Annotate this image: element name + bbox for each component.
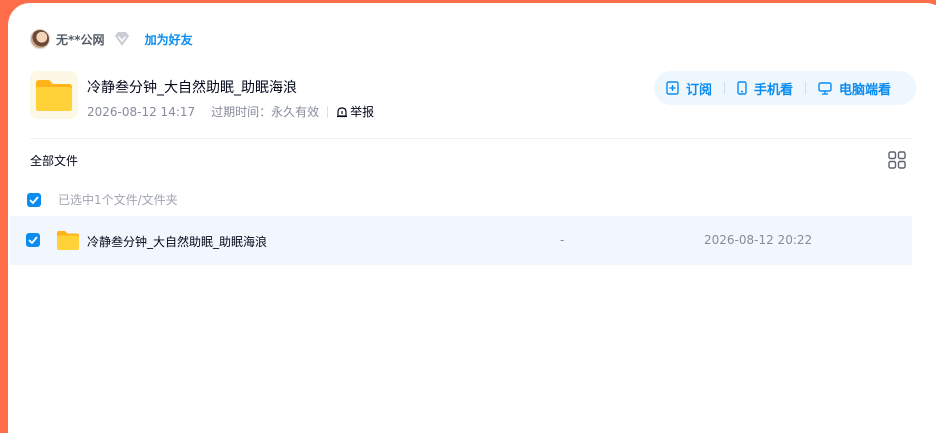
report-icon [337,106,348,117]
expire-value: 永久有效 [271,105,320,119]
table-row[interactable]: 冷静叁分钟_大自然助眠_助眠海浪 - 2026-08-12 20:22 [10,216,912,265]
vip-diamond-icon [113,30,131,48]
action-divider [805,82,807,94]
subscribe-button[interactable]: 订阅 [666,79,712,98]
file-date: 2026-08-12 20:22 [704,233,813,247]
share-created-date: 2026-08-12 14:17 [87,104,196,119]
user-info: 无**公网 加为好友 [30,29,193,49]
subscribe-label: 订阅 [686,82,713,98]
share-meta: 2026-08-12 14:17 过期时间： 永久有效 举报 [87,103,374,120]
subscribe-icon [666,81,679,95]
row-checkbox[interactable] [26,233,40,247]
expire-label: 过期时间： [211,105,272,119]
share-title: 冷静叁分钟_大自然助眠_助眠海浪 [87,80,297,96]
report-label: 举报 [350,105,375,119]
selection-bar: 已选中1个文件/文件夹 [27,191,178,208]
check-icon [28,236,38,244]
monitor-icon [818,81,832,95]
avatar[interactable] [30,29,50,49]
report-button[interactable]: 举报 [336,103,374,120]
user-name[interactable]: 无**公网 [56,31,105,48]
select-all-checkbox[interactable] [27,192,41,207]
mobile-phone-icon [737,81,747,95]
breadcrumb[interactable]: 全部文件 [30,152,78,169]
file-size: - [560,233,565,247]
header-divider [30,138,912,139]
selection-count-text: 已选中1个文件/文件夹 [58,193,178,207]
check-icon [29,195,39,204]
add-friend-link[interactable]: 加为好友 [145,31,193,48]
pc-view-button[interactable]: 电脑端看 [818,79,891,98]
mobile-view-button[interactable]: 手机看 [737,79,793,98]
meta-divider [327,105,329,118]
file-name[interactable]: 冷静叁分钟_大自然助眠_助眠海浪 [87,233,267,250]
pc-view-label: 电脑端看 [839,82,892,98]
folder-icon [56,229,80,255]
action-divider [724,82,726,94]
mobile-view-label: 手机看 [754,82,794,98]
share-folder-icon [30,71,78,119]
grid-view-icon[interactable] [888,151,906,169]
action-bar: 订阅 手机看 电脑端看 [654,71,916,105]
